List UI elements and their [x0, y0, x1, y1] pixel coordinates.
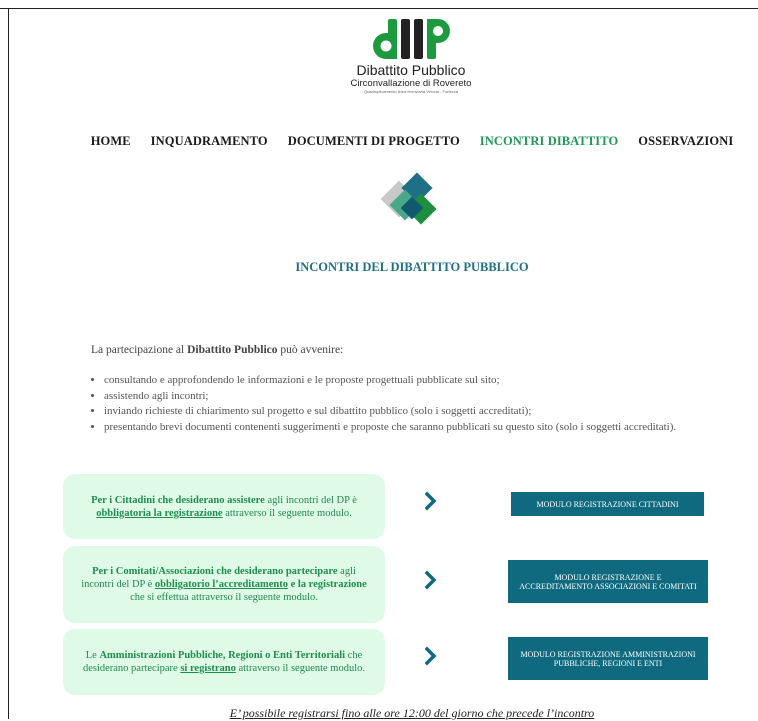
meeting-cards-icon [380, 172, 437, 225]
comitati-bold2: e la registrazione [287, 579, 367, 590]
intro-pre: La partecipazione al [91, 344, 188, 356]
chevron-right-icon [425, 646, 437, 666]
list-item: presentando brevi documenti contenenti s… [104, 420, 676, 436]
logo-tagline: Quadruplicamento linea ferroviaria Veron… [363, 89, 459, 94]
nav-osservazioni[interactable]: OSSERVAZIONI [638, 134, 733, 149]
amministrazioni-bold: Amministrazioni Pubbliche, Regioni o Ent… [99, 650, 346, 661]
list-item: inviando richieste di chiarimento sul pr… [104, 404, 676, 420]
amministrazioni-text0: Le [85, 650, 100, 661]
cittadini-info-box: Per i Cittadini che desiderano assistere… [63, 474, 385, 539]
comitati-info-text: Per i Comitati/Associazioni che desidera… [75, 565, 373, 604]
amministrazioni-info-box: Le Amministrazioni Pubbliche, Regioni o … [63, 629, 385, 695]
nav-documenti-di-progetto[interactable]: DOCUMENTI DI PROGETTO [288, 134, 460, 149]
participation-list: consultando e approfondendo le informazi… [88, 373, 676, 435]
chevron-right-icon [425, 491, 437, 511]
cittadini-bold: Per i Cittadini che desiderano assistere [91, 494, 265, 506]
page-title: INCONTRI DEL DIBATTITO PUBBLICO [295, 260, 529, 274]
modulo-registrazione-comitati-button[interactable]: MODULO REGISTRAZIONE E ACCREDITAMENTO AS… [508, 560, 708, 603]
logo-title: Dibattito Pubblico [356, 62, 466, 78]
comitati-text2: che si effettua attraverso il seguente m… [130, 592, 318, 603]
dp-logo-icon [373, 19, 450, 59]
intro-text: La partecipazione al Dibattito Pubblico … [91, 344, 343, 356]
comitati-underline: obbligatorio l’accreditamento [154, 579, 288, 590]
amministrazioni-underline: si registrano [180, 663, 236, 674]
nav-inquadramento[interactable]: INQUADRAMENTO [151, 134, 268, 149]
modulo-registrazione-amministrazioni-button[interactable]: MODULO REGISTRAZIONE AMMINISTRAZIONI PUB… [508, 637, 708, 680]
list-item: assistendo agli incontri; [104, 389, 676, 405]
site-logo[interactable]: Dibattito Pubblico Circonvallazione di R… [336, 17, 486, 95]
frame-top-border [0, 8, 758, 9]
cittadini-text1: agli incontri del DP è [264, 494, 357, 506]
intro-bold: Dibattito Pubblico [187, 344, 278, 356]
amministrazioni-text2: attraverso il seguente modulo. [235, 663, 366, 674]
cittadini-info-text: Per i Cittadini che desiderano assistere… [75, 494, 373, 520]
comitati-info-box: Per i Comitati/Associazioni che desidera… [63, 546, 385, 623]
cittadini-text2: attraverso il seguente modulo. [222, 507, 352, 519]
nav-incontri-dibattito[interactable]: INCONTRI DIBATTITO [480, 134, 619, 149]
list-item: consultando e approfondendo le informazi… [104, 373, 676, 389]
amministrazioni-info-text: Le Amministrazioni Pubbliche, Regioni o … [75, 649, 373, 675]
intro-post: può avvenire: [277, 344, 344, 356]
chevron-right-icon [425, 570, 437, 590]
nav-home[interactable]: HOME [91, 134, 131, 149]
logo-subtitle: Circonvallazione di Rovereto [350, 78, 472, 89]
modulo-registrazione-cittadini-button[interactable]: MODULO REGISTRAZIONE CITTADINI [511, 492, 704, 516]
frame-left-border [8, 8, 9, 719]
main-navigation: HOME INQUADRAMENTO DOCUMENTI DI PROGETTO… [0, 134, 758, 149]
cittadini-underline: obbligatoria la registrazione [96, 507, 223, 519]
comitati-bold: Per i Comitati/Associazioni che desidera… [92, 566, 338, 577]
